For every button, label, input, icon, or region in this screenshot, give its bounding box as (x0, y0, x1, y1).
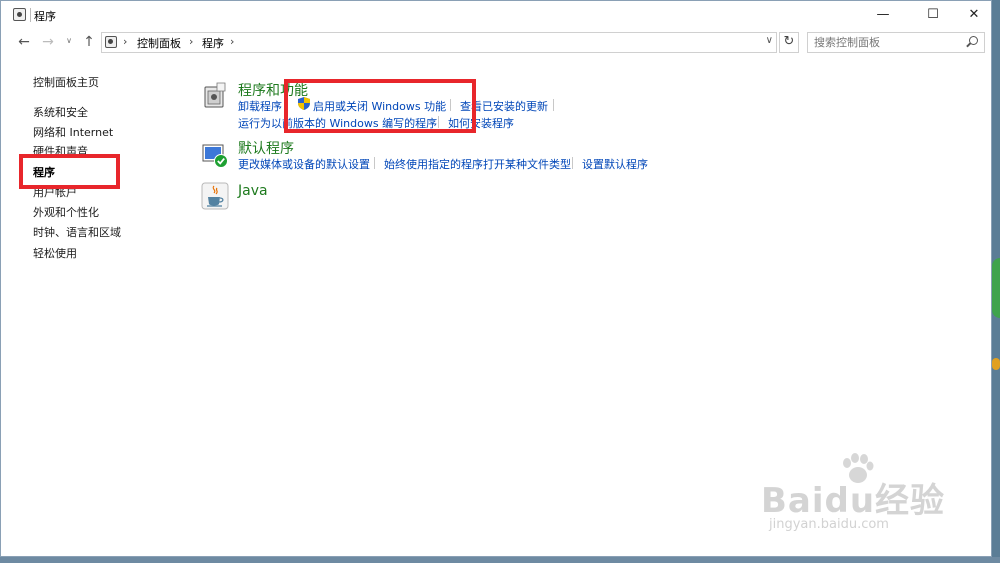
sidebar-item-home[interactable]: 控制面板主页 (33, 74, 99, 90)
desktop-green-shape (992, 258, 1000, 318)
chevron-down-icon[interactable]: ∨ (766, 35, 773, 46)
watermark-url: jingyan.baidu.com (769, 517, 889, 532)
navigation-bar: ← → ∨ ↑ › 控制面板 › 程序 › ∨ ↻ (1, 29, 991, 57)
category-title-default-programs[interactable]: 默认程序 (238, 138, 294, 158)
link-separator (287, 99, 288, 111)
search-box[interactable] (807, 32, 985, 53)
window-title: 程序 (34, 10, 56, 23)
link-separator (450, 99, 451, 111)
link-run-older-programs[interactable]: 运行为以前版本的 Windows 编写的程序 (238, 115, 437, 131)
sidebar-item-network[interactable]: 网络和 Internet (33, 124, 113, 140)
link-how-to-install[interactable]: 如何安装程序 (448, 115, 514, 131)
chevron-right-icon[interactable]: › (230, 35, 234, 48)
breadcrumb-control-panel[interactable]: 控制面板 (137, 35, 181, 51)
search-input[interactable] (808, 33, 964, 52)
control-panel-window: 程序 — ☐ ✕ ← → ∨ ↑ › 控制面板 › 程序 › ∨ ↻ 控制面板主… (0, 0, 992, 557)
default-programs-icon[interactable] (201, 141, 229, 169)
link-separator (553, 99, 554, 111)
chevron-right-icon[interactable]: › (189, 35, 193, 48)
watermark: Baidu经验 jingyan.baidu.com (749, 453, 969, 543)
sidebar-item-ease-of-access[interactable]: 轻松使用 (33, 245, 77, 261)
sidebar-item-appearance[interactable]: 外观和个性化 (33, 204, 99, 220)
maximize-button[interactable]: ☐ (911, 1, 955, 29)
watermark-brand: Baidu经验 (761, 481, 946, 521)
up-arrow-icon[interactable]: ↑ (82, 34, 96, 50)
search-icon[interactable] (969, 36, 978, 45)
sidebar-item-hardware-sound[interactable]: 硬件和声音 (33, 143, 88, 159)
control-panel-icon (13, 8, 26, 21)
programs-features-icon[interactable] (201, 81, 229, 109)
recent-locations-icon[interactable]: ∨ (62, 36, 76, 45)
sidebar-item-clock-region[interactable]: 时钟、语言和区域 (33, 224, 121, 240)
link-separator (438, 116, 439, 128)
category-title-java[interactable]: Java (238, 183, 268, 199)
java-icon[interactable] (201, 182, 229, 210)
link-change-media-defaults[interactable]: 更改媒体或设备的默认设置 (238, 156, 370, 172)
link-turn-windows-features[interactable]: 启用或关闭 Windows 功能 (313, 98, 446, 114)
control-panel-icon (105, 36, 117, 48)
desktop-background-bottom (0, 557, 1000, 563)
address-bar[interactable]: › 控制面板 › 程序 › ∨ (101, 32, 777, 53)
link-set-default-programs[interactable]: 设置默认程序 (582, 156, 648, 172)
refresh-button[interactable]: ↻ (779, 32, 799, 53)
link-uninstall-program[interactable]: 卸载程序 (238, 98, 282, 114)
minimize-button[interactable]: — (861, 1, 905, 29)
back-arrow-icon[interactable]: ← (17, 34, 31, 50)
sidebar: 控制面板主页 系统和安全 网络和 Internet 硬件和声音 程序 用户帐户 … (1, 57, 181, 557)
forward-arrow-icon[interactable]: → (41, 34, 55, 50)
sidebar-item-programs[interactable]: 程序 (33, 164, 55, 180)
title-bar[interactable]: 程序 — ☐ ✕ (1, 1, 991, 29)
close-button[interactable]: ✕ (952, 1, 996, 29)
desktop-gold-shape (992, 358, 1000, 370)
shield-icon (298, 97, 310, 110)
chevron-right-icon[interactable]: › (123, 35, 127, 48)
link-file-type-association[interactable]: 始终使用指定的程序打开某种文件类型 (384, 156, 571, 172)
link-view-installed-updates[interactable]: 查看已安装的更新 (460, 98, 548, 114)
sidebar-item-user-accounts[interactable]: 用户帐户 (33, 184, 77, 200)
link-separator (572, 157, 573, 169)
sidebar-item-system-security[interactable]: 系统和安全 (33, 104, 88, 120)
breadcrumb-programs[interactable]: 程序 (202, 35, 224, 51)
title-separator (30, 8, 31, 22)
link-separator (374, 157, 375, 169)
